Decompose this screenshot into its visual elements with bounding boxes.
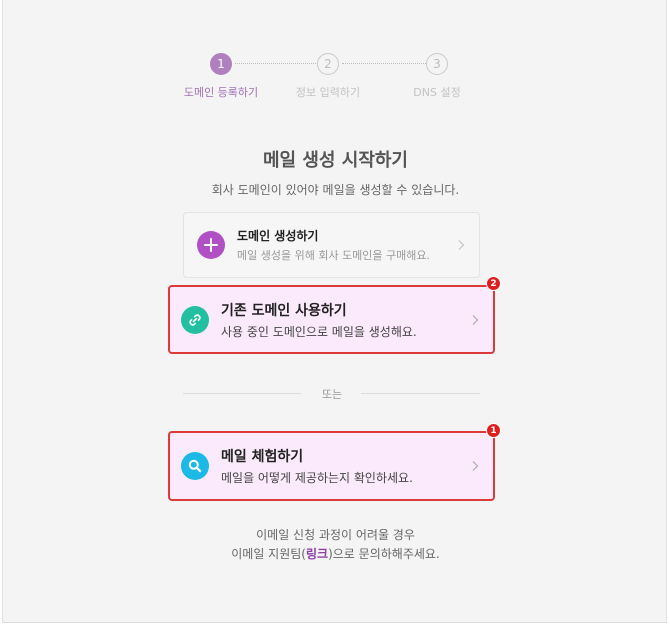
annotation-badge: 1 [486,423,501,438]
main-panel: 1 도메인 등록하기 2 정보 입력하기 3 DNS 설정 메일 생성 시작하기… [2,0,667,623]
step-number: 1 [210,53,232,75]
option-title: 기존 도메인 사용하기 [221,302,347,319]
page-title: 메일 생성 시작하기 [262,150,408,171]
option-description: 메일을 어떻게 제공하는지 확인하세요. [221,471,413,485]
link-icon [181,305,209,334]
use-existing-domain-option[interactable]: 기존 도메인 사용하기 사용 중인 도메인으로 메일을 생성해요. [168,285,495,354]
step-label: 정보 입력하기 [295,86,361,99]
annotation-badge: 2 [486,276,501,291]
chevron-right-icon [472,457,479,476]
create-domain-option[interactable]: 도메인 생성하기 메일 생성을 위해 회사 도메인을 구매해요. [183,212,480,278]
step-2: 2 정보 입력하기 [268,53,388,100]
chevron-right-icon [472,310,479,329]
help-line-1: 이메일 신청 과정이 어려울 경우 [256,528,415,542]
chevron-right-icon [458,236,465,255]
help-line-2: 이메일 지원팀(링크)으로 문의하해주세요. [231,547,440,561]
search-icon [181,452,209,480]
option-title: 도메인 생성하기 [237,229,319,243]
divider-label: 또는 [321,388,343,401]
option-description: 메일 생성을 위해 회사 도메인을 구매해요. [237,249,431,262]
step-label: DNS 설정 [413,86,461,99]
step-label: 도메인 등록하기 [183,86,259,99]
divider-line [183,393,301,394]
help-text: 이메일 신청 과정이 어려울 경우 이메일 지원팀(링크)으로 문의하해주세요. [3,526,668,564]
plus-icon [197,231,225,259]
step-number: 3 [426,53,448,75]
page-subtitle: 회사 도메인이 있어야 메일을 생성할 수 있습니다. [211,183,460,197]
mail-trial-option[interactable]: 메일 체험하기 메일을 어떻게 제공하는지 확인하세요. [168,431,495,501]
option-title: 메일 체험하기 [221,449,304,465]
step-3: 3 DNS 설정 [377,53,497,100]
option-description: 사용 중인 도메인으로 메일을 생성해요. [221,324,417,339]
support-link[interactable]: 링크 [306,547,328,561]
step-number: 2 [317,53,339,75]
divider-line [361,393,480,394]
step-1: 1 도메인 등록하기 [161,53,281,100]
